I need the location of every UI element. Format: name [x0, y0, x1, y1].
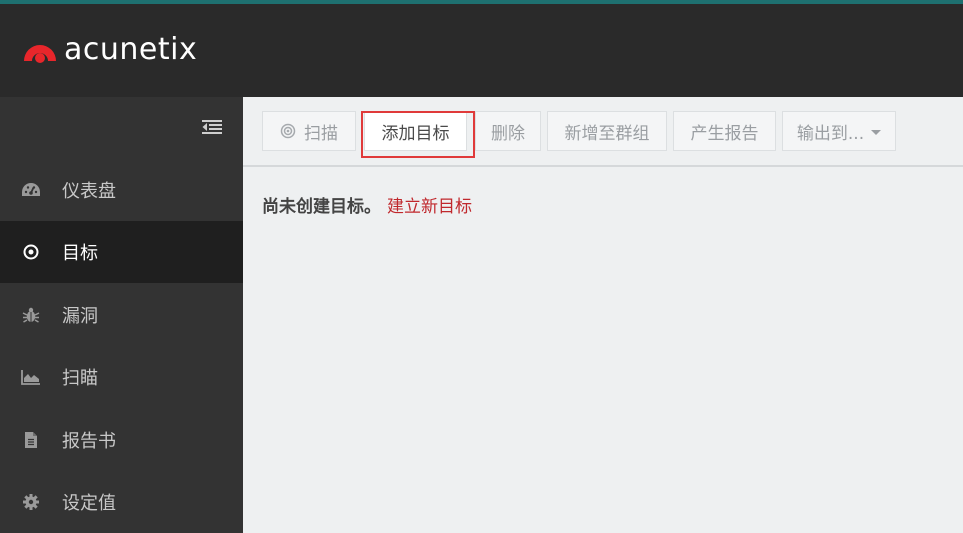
sidebar-item-label: 仪表盘 — [62, 181, 116, 202]
caret-down-icon — [871, 129, 882, 135]
acunetix-logo-icon — [24, 45, 56, 63]
sidebar-item-scans[interactable]: 扫瞄 — [0, 346, 243, 408]
export-button-label: 输出到... — [796, 123, 865, 144]
empty-state-message: 尚未创建目标。 建立新目标 — [262, 192, 472, 217]
gear-icon — [21, 492, 41, 512]
add-to-group-button[interactable]: 新增至群组 — [547, 111, 667, 151]
bug-icon — [21, 305, 41, 325]
sidebar-item-settings[interactable]: 设定值 — [0, 471, 243, 533]
add-target-button-label: 添加目标 — [381, 123, 450, 144]
sidebar-item-label: 报告书 — [62, 431, 116, 452]
sidebar-item-label: 漏洞 — [62, 306, 98, 327]
empty-state-text: 尚未创建目标。 — [262, 197, 381, 217]
sidebar-item-label: 扫瞄 — [62, 368, 98, 389]
dashboard-icon — [21, 180, 41, 200]
toolbar: 扫描 添加目标 删除 新增至群组 产生报告 输出到... — [243, 97, 963, 167]
top-header: acunetix — [0, 0, 963, 97]
sidebar-item-label: 目标 — [62, 243, 98, 264]
sidebar: 仪表盘 目标 漏洞 扫瞄 报告书 设定值 — [0, 97, 243, 533]
collapse-menu-icon[interactable] — [202, 119, 222, 135]
sidebar-item-dashboard[interactable]: 仪表盘 — [0, 159, 243, 221]
target-icon — [21, 242, 41, 262]
sidebar-item-reports[interactable]: 报告书 — [0, 409, 243, 471]
sidebar-item-targets[interactable]: 目标 — [0, 221, 243, 283]
generate-report-button[interactable]: 产生报告 — [673, 111, 776, 151]
document-icon — [21, 430, 41, 450]
logo-text: acunetix — [64, 32, 198, 67]
export-dropdown-button[interactable]: 输出到... — [782, 111, 896, 151]
scan-button[interactable]: 扫描 — [262, 111, 356, 151]
delete-button-label: 删除 — [491, 123, 525, 144]
main-content: 扫描 添加目标 删除 新增至群组 产生报告 输出到... 尚未创建目标。 建立新… — [243, 97, 963, 533]
acunetix-logo[interactable]: acunetix — [22, 32, 197, 68]
generate-report-button-label: 产生报告 — [690, 123, 759, 144]
add-to-group-button-label: 新增至群组 — [564, 123, 650, 144]
sidebar-item-label: 设定值 — [62, 493, 116, 514]
delete-button[interactable]: 删除 — [475, 111, 541, 151]
create-target-link[interactable]: 建立新目标 — [387, 192, 472, 217]
scan-button-label: 扫描 — [304, 123, 338, 144]
sidebar-item-vulnerabilities[interactable]: 漏洞 — [0, 284, 243, 346]
add-target-button[interactable]: 添加目标 — [364, 111, 467, 151]
area-chart-icon — [21, 367, 41, 387]
radar-icon — [280, 123, 296, 139]
